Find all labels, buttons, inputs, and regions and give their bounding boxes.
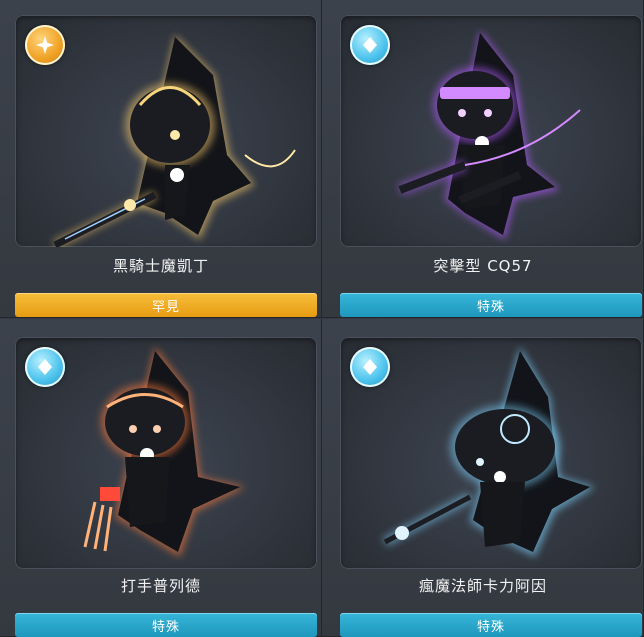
character-name: 打手普列德	[120, 577, 201, 595]
rarity-tag: 特殊	[15, 613, 317, 637]
character-portrait	[340, 15, 642, 247]
character-card-grid: 黑騎士魔凱丁 罕見 突擊型 CQ57 特殊 打手普列德 特殊 瘋魔法師卡力阿因 …	[0, 0, 644, 637]
character-name: 瘋魔法師卡力阿因	[418, 577, 547, 595]
character-card[interactable]: 瘋魔法師卡力阿因 特殊	[322, 319, 644, 637]
character-portrait	[15, 15, 317, 247]
character-card[interactable]: 打手普列德 特殊	[0, 319, 322, 637]
character-portrait	[340, 337, 642, 569]
character-name: 突擊型 CQ57	[433, 257, 533, 275]
character-card[interactable]: 黑騎士魔凱丁 罕見	[0, 0, 322, 318]
diamond-medal-icon	[25, 347, 65, 387]
rarity-tag: 特殊	[340, 293, 642, 317]
character-name: 黑騎士魔凱丁	[112, 257, 209, 275]
rarity-tag: 罕見	[15, 293, 317, 317]
diamond-medal-icon	[350, 347, 390, 387]
rarity-tag: 特殊	[340, 613, 642, 637]
character-card[interactable]: 突擊型 CQ57 特殊	[322, 0, 644, 318]
character-portrait	[15, 337, 317, 569]
star-medal-icon	[25, 25, 65, 65]
diamond-medal-icon	[350, 25, 390, 65]
